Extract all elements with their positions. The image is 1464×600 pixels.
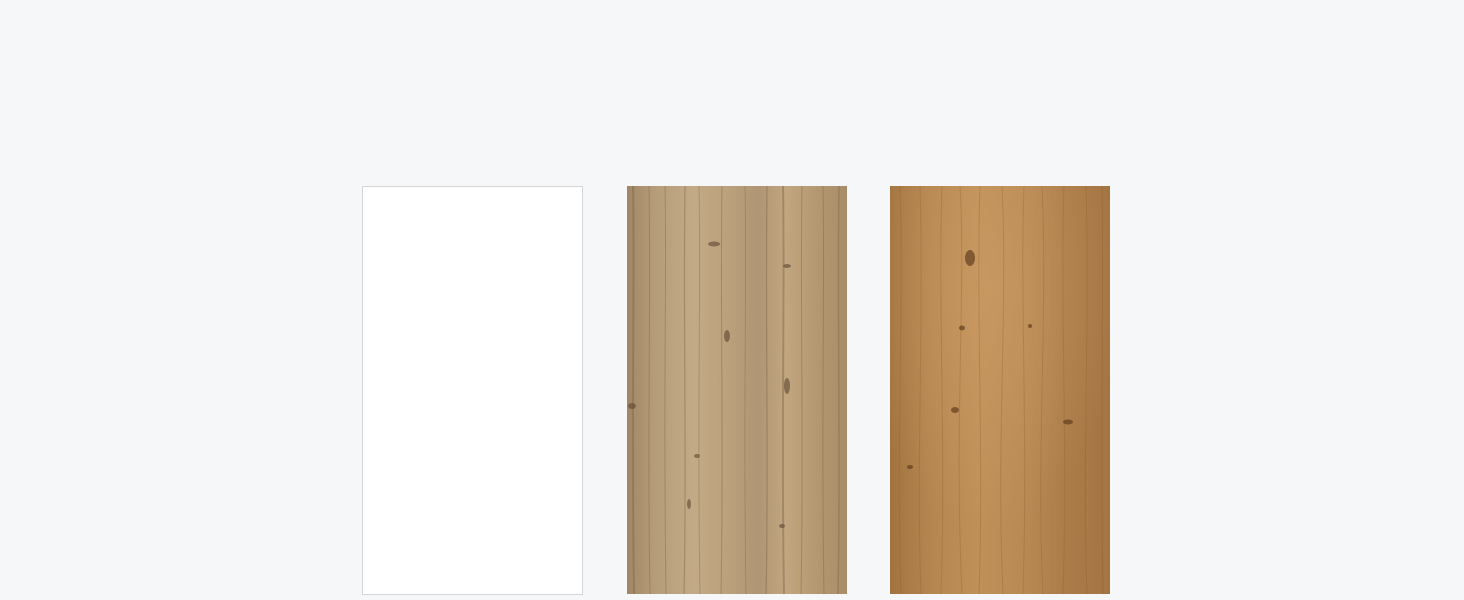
honey-oak-wood-swatch[interactable] <box>890 186 1110 594</box>
light-oak-wood-swatch[interactable] <box>627 186 847 594</box>
white-finish-swatch[interactable] <box>362 186 583 595</box>
honey-oak-grain-texture <box>890 186 1110 594</box>
light-oak-grain-texture <box>627 186 847 594</box>
